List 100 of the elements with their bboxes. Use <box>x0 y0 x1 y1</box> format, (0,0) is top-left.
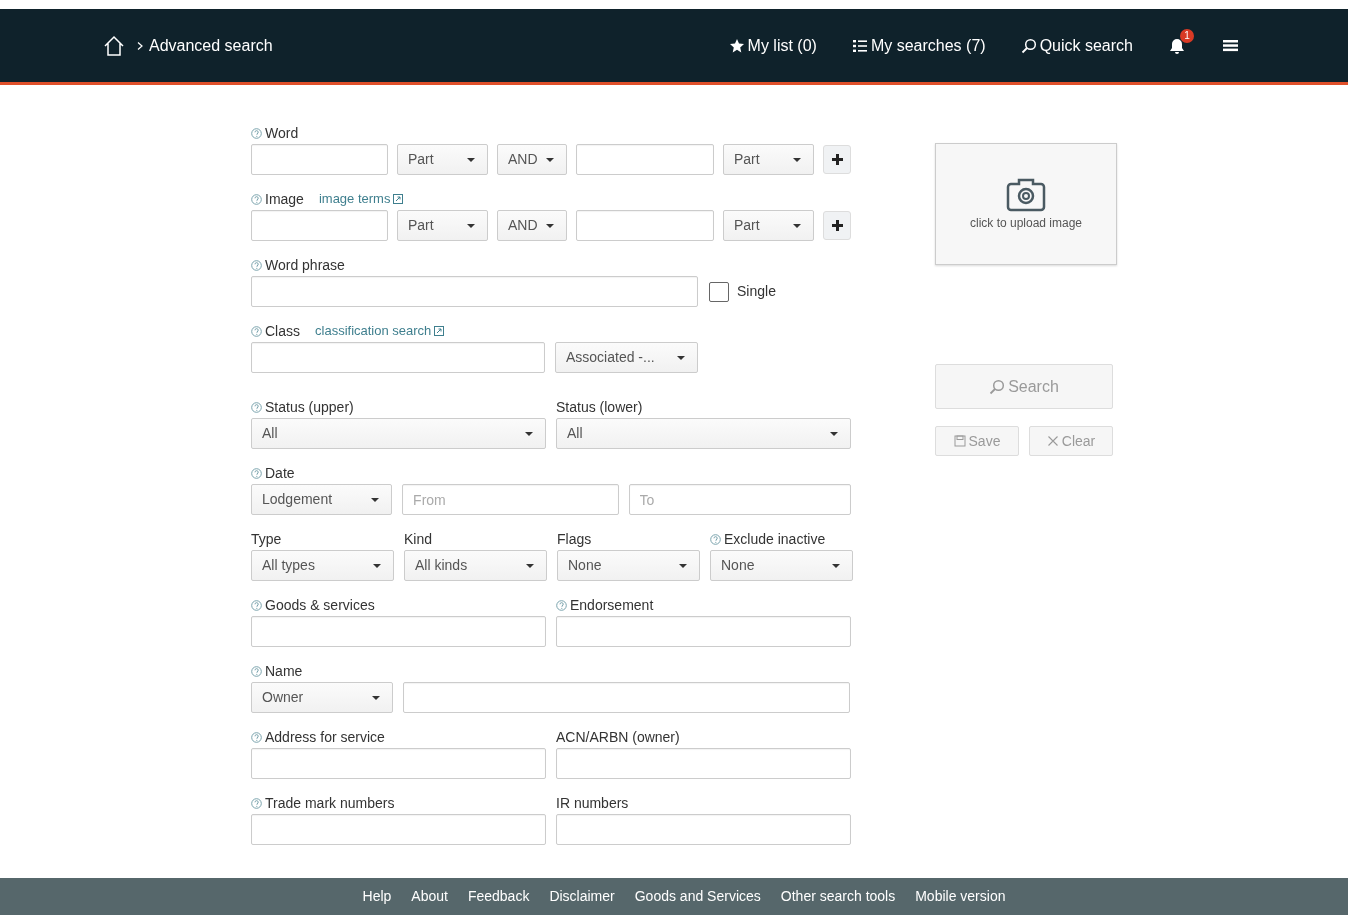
footer-link[interactable]: About <box>411 886 448 907</box>
bell-icon[interactable] <box>1168 36 1186 55</box>
footer-link[interactable]: Mobile version <box>915 886 1006 907</box>
caret-icon <box>546 157 554 162</box>
field-label: Exclude inactive <box>724 529 826 549</box>
help-icon <box>251 665 262 677</box>
search-icon <box>1020 37 1037 54</box>
field-label: Date <box>265 463 295 483</box>
caret-icon <box>371 497 380 502</box>
dropdown[interactable]: AND <box>497 144 567 175</box>
external-link-icon <box>434 326 445 336</box>
help-icon <box>251 797 262 809</box>
text-input[interactable] <box>403 682 850 713</box>
field-label: ACN/ARBN (owner) <box>556 727 680 747</box>
menu-icon[interactable] <box>1223 39 1238 52</box>
search-icon <box>989 378 1006 395</box>
text-input[interactable]: To <box>628 484 851 515</box>
help-icon <box>251 467 262 479</box>
checkbox-label: Single <box>737 282 776 301</box>
help-icon <box>251 401 262 413</box>
nav-link[interactable]: My searches (7) <box>851 33 986 58</box>
footer-link[interactable]: Goods and Services <box>634 886 761 907</box>
text-input[interactable] <box>251 210 388 241</box>
field-label: Word phrase <box>265 255 345 275</box>
field-label: Name <box>265 661 303 681</box>
plus-icon <box>830 219 844 232</box>
caret-icon <box>679 563 687 568</box>
caret-icon <box>373 563 381 568</box>
caret-icon <box>525 431 533 436</box>
field-label: Word <box>265 123 299 143</box>
list-icon <box>851 37 868 54</box>
text-input[interactable] <box>251 814 546 845</box>
nav-link[interactable]: Quick search <box>1020 33 1133 58</box>
footer-link[interactable]: Feedback <box>467 886 530 907</box>
dropdown[interactable]: Part <box>397 144 488 175</box>
camera-icon <box>1005 176 1047 212</box>
field-label: IR numbers <box>556 793 629 813</box>
text-input[interactable] <box>576 144 714 175</box>
field-label: Flags <box>557 529 592 549</box>
caret-icon <box>467 157 475 162</box>
dropdown[interactable]: All <box>556 418 851 449</box>
footer-link[interactable]: Other search tools <box>780 886 896 907</box>
notification-badge: 1 <box>1180 28 1194 43</box>
dropdown[interactable]: Part <box>723 210 814 241</box>
text-input[interactable] <box>251 342 545 373</box>
upload-image-area[interactable]: click to upload image <box>935 143 1117 265</box>
text-input[interactable] <box>576 210 714 241</box>
add-row-button[interactable] <box>823 145 851 174</box>
dropdown[interactable]: All types <box>251 550 394 581</box>
text-input[interactable] <box>251 144 388 175</box>
field-label: Address for service <box>265 727 385 747</box>
help-icon <box>251 731 262 743</box>
help-icon <box>251 259 262 271</box>
text-input[interactable] <box>251 616 546 647</box>
text-input[interactable] <box>251 276 698 307</box>
close-icon <box>1046 435 1059 447</box>
nav-link[interactable]: My list (0) <box>728 33 817 58</box>
text-input[interactable]: From <box>402 484 619 515</box>
field-label: Type <box>251 529 282 549</box>
add-row-button[interactable] <box>823 211 851 240</box>
dropdown[interactable]: All <box>251 418 546 449</box>
dropdown[interactable]: Owner <box>251 682 393 713</box>
dropdown[interactable]: None <box>710 550 853 581</box>
field-label: Status (lower) <box>556 397 643 417</box>
external-link-icon <box>393 194 404 204</box>
help-icon <box>556 599 567 611</box>
dropdown[interactable]: AND <box>497 210 567 241</box>
dropdown[interactable]: None <box>557 550 700 581</box>
caret-icon <box>677 355 685 360</box>
caret-icon <box>793 223 801 228</box>
save-icon <box>953 435 966 447</box>
help-icon <box>251 193 262 205</box>
field-label: Image <box>265 189 304 209</box>
caret-icon <box>793 157 801 162</box>
external-link[interactable]: classification search <box>315 321 445 341</box>
text-input[interactable] <box>251 748 546 779</box>
dropdown[interactable]: All kinds <box>404 550 547 581</box>
external-link[interactable]: image terms <box>318 189 404 209</box>
dropdown[interactable]: Associated -... <box>555 342 698 373</box>
caret-icon <box>526 563 534 568</box>
field-label: Class <box>265 321 300 341</box>
field-label: Trade mark numbers <box>265 793 395 813</box>
caret-icon <box>832 563 840 568</box>
text-input[interactable] <box>556 748 851 779</box>
upload-hint: click to upload image <box>969 215 1083 232</box>
dropdown[interactable]: Part <box>397 210 488 241</box>
text-input[interactable] <box>556 616 851 647</box>
caret-icon <box>546 223 554 228</box>
dropdown[interactable]: Lodgement <box>251 484 393 515</box>
dropdown[interactable]: Part <box>723 144 814 175</box>
footer-link[interactable]: Disclaimer <box>549 886 615 907</box>
field-label: Endorsement <box>570 595 654 615</box>
plus-icon <box>830 153 844 166</box>
checkbox[interactable] <box>709 281 729 302</box>
footer-link[interactable]: Help <box>362 886 392 907</box>
help-icon <box>710 533 721 545</box>
home-icon[interactable] <box>103 34 125 57</box>
text-input[interactable] <box>556 814 851 845</box>
caret-icon <box>830 431 838 436</box>
help-icon <box>251 599 262 611</box>
